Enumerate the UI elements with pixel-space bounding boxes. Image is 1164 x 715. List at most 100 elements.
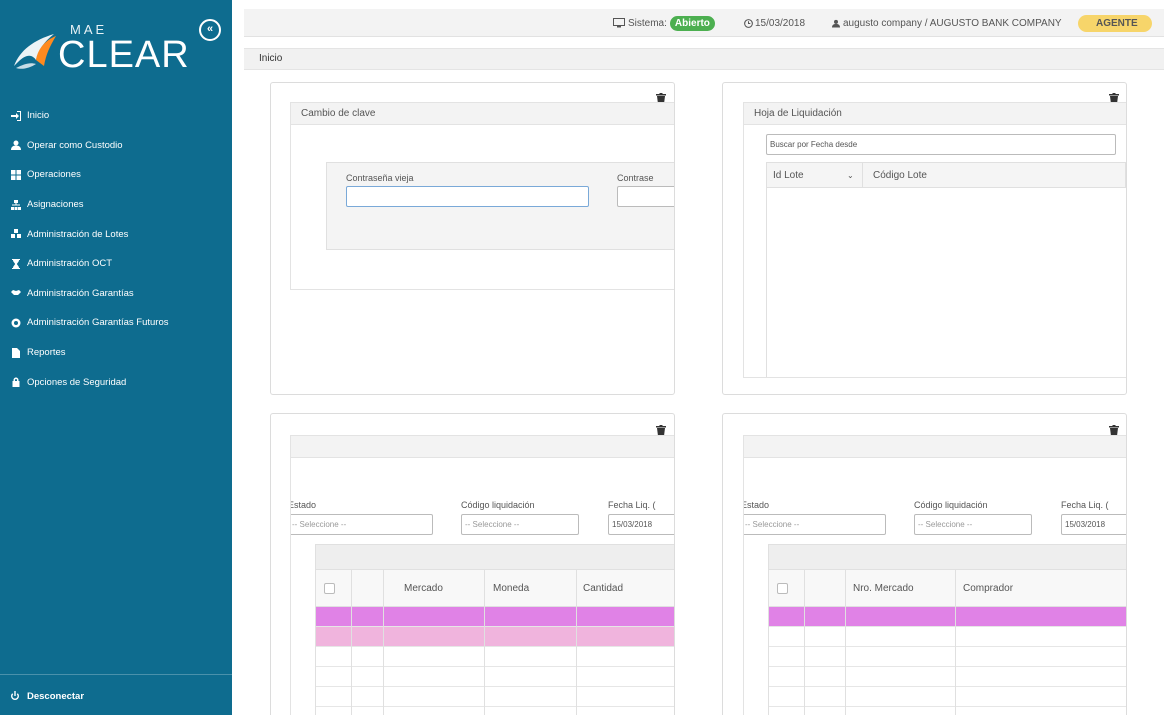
grid-toolbar [315,544,674,570]
sidebar-item-label: Operar como Custodio [27,139,123,151]
widget-hoja-liquidacion: Hoja de Liquidación Buscar por Fecha des… [722,82,1127,395]
file-icon [10,347,21,358]
column-header-id-lote[interactable]: Id Lote ⌄ [767,163,863,187]
codigo-liquidacion-select[interactable]: -- Seleccione -- [461,514,579,535]
sidebar-item-asignaciones[interactable]: Asignaciones [0,190,232,220]
grid-col-line [804,607,805,715]
old-password-label: Contraseña vieja [346,173,414,183]
sidebar-item-label: Asignaciones [27,199,84,211]
table-row[interactable] [768,687,1126,707]
sidebar-item-label: Administración Garantías Futuros [27,317,169,329]
password-panel-title: Cambio de clave [291,103,674,125]
user-icon [832,19,840,27]
trash-icon[interactable] [656,91,666,104]
sidebar-item-admin-lotes[interactable]: Administración de Lotes [0,219,232,249]
select-all-column [769,570,805,606]
collapse-sidebar-button[interactable]: « [199,19,221,41]
column-header-comprador[interactable]: Comprador [956,570,1126,606]
right-grid-header: Nro. Mercado Comprador [768,569,1126,607]
table-row[interactable] [315,667,674,687]
recycle-icon [10,317,21,328]
sidebar-item-operar-custodio[interactable]: Operar como Custodio [0,131,232,161]
monitor-icon [613,18,625,28]
sidebar-item-operaciones[interactable]: Operaciones [0,160,232,190]
app-root: MAE CLEAR « Inicio Operar como Custodio … [0,0,1164,715]
left-grid-panel: Estado -- Seleccione -- Código liquidaci… [290,435,674,715]
logout-label: Desconectar [27,691,85,702]
user-display[interactable]: augusto company / AUGUSTO BANK COMPANY [832,9,1062,37]
system-status: Sistema: Abierto [613,9,715,37]
bird-logo-icon [14,34,56,69]
power-icon [10,691,21,702]
new-password-label: Contrase [617,173,654,183]
column-header-codigo-lote[interactable]: Código Lote [863,163,1126,187]
codigo-liquidacion-label: Código liquidación [914,500,988,510]
widget-liquidaciones-mercado: Estado -- Seleccione -- Código liquidaci… [270,413,675,715]
system-open-badge: Abierto [669,15,715,31]
grid-col-line [955,607,956,715]
sidebar-item-label: Administración OCT [27,258,112,270]
fecha-liq-input[interactable]: 15/03/2018 [1061,514,1126,535]
left-grid-header: Mercado Moneda Cantidad [315,569,674,607]
grid-col-line [768,607,769,715]
sidebar-item-admin-garantias-futuros[interactable]: Administración Garantías Futuros [0,308,232,338]
table-row[interactable] [315,707,674,715]
fecha-liq-label: Fecha Liq. ( [608,500,656,510]
column-header-moneda[interactable]: Moneda [485,570,577,606]
sidebar-item-inicio[interactable]: Inicio [0,101,232,131]
grid-col-line [383,607,384,715]
select-all-column [316,570,352,606]
top-bar: Sistema: Abierto 15/03/2018 augusto comp… [244,9,1164,37]
sidebar-item-admin-garantias[interactable]: Administración Garantías [0,279,232,309]
table-row[interactable] [768,707,1126,715]
widget-liquidaciones-comprador: Estado -- Seleccione -- Código liquidaci… [722,413,1127,715]
column-header-cantidad[interactable]: Cantidad [577,570,674,606]
table-row[interactable] [768,667,1126,687]
sidebar-item-opciones-seguridad[interactable]: Opciones de Seguridad [0,367,232,397]
role-badge: AGENTE [1078,14,1152,32]
column-header-mercado[interactable]: Mercado [384,570,485,606]
sidebar-item-label: Inicio [27,110,50,122]
trash-icon[interactable] [1109,91,1119,104]
fecha-liq-input[interactable]: 15/03/2018 [608,514,674,535]
trash-icon[interactable] [1109,423,1119,436]
th-large-icon [10,169,21,180]
right-grid-panel: Estado -- Seleccione -- Código liquidaci… [743,435,1126,715]
estado-select[interactable]: -- Seleccione -- [291,514,433,535]
brand-large: CLEAR [58,34,190,76]
logout-button[interactable]: Desconectar [0,691,232,702]
estado-select[interactable]: -- Seleccione -- [744,514,886,535]
sidebar-item-admin-oct[interactable]: Administración OCT [0,249,232,279]
new-password-input[interactable] [617,186,674,207]
trash-icon[interactable] [656,423,666,436]
table-row[interactable] [768,627,1126,647]
sidebar-item-label: Administración Garantías [27,287,134,299]
date-search-input[interactable]: Buscar por Fecha desde [766,134,1116,155]
table-row[interactable] [315,687,674,707]
table-row[interactable] [315,627,674,647]
estado-label: Estado [290,500,317,510]
table-row[interactable] [315,647,674,667]
sitemap-icon [10,199,21,210]
breadcrumb: Inicio [244,48,1164,70]
lock-icon [10,377,21,388]
old-password-input[interactable] [346,186,589,207]
table-row[interactable] [315,607,674,627]
select-all-checkbox[interactable] [324,583,335,594]
select-all-checkbox[interactable] [777,583,788,594]
grid-border [766,188,767,377]
handshake-icon [10,288,21,299]
logout-divider [0,674,232,675]
grid-col-line [845,607,846,715]
table-row[interactable] [768,647,1126,667]
hourglass-icon [10,258,21,269]
column-header-nro-mercado[interactable]: Nro. Mercado [846,570,956,606]
role-display: AGENTE [1078,9,1152,37]
liquidacion-panel-title: Hoja de Liquidación [744,103,1126,125]
user-icon [10,140,21,151]
table-row[interactable] [768,607,1126,627]
sidebar-item-reportes[interactable]: Reportes [0,338,232,368]
cubes-icon [10,229,21,240]
codigo-liquidacion-select[interactable]: -- Seleccione -- [914,514,1032,535]
grid-toolbar [768,544,1126,570]
